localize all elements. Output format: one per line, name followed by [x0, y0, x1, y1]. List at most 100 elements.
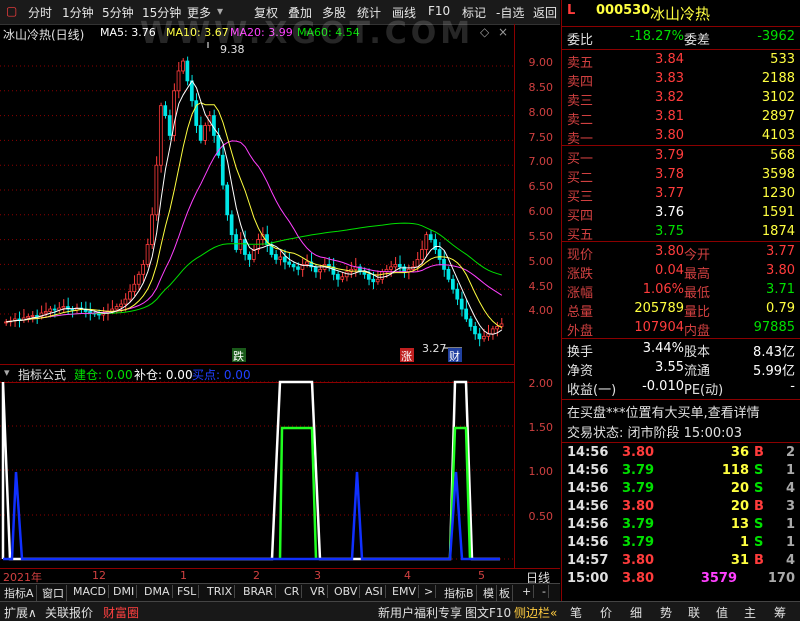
tab-obv[interactable]: OBV [332, 585, 361, 598]
settings-icon[interactable]: ◇ [480, 25, 489, 39]
minimize-icon[interactable]: ▢ [6, 4, 17, 18]
weicha-label: 委差 [684, 33, 711, 48]
tab-cr[interactable]: CR [282, 585, 303, 598]
ask-row: 卖五 3.84 533 [562, 52, 800, 71]
tab-indicator-a[interactable]: 指标A [2, 585, 37, 601]
fund-value: 8.43亿 [753, 345, 795, 360]
tab-template-1[interactable]: 模 [481, 585, 497, 601]
bid-volume: 1874 [761, 224, 795, 239]
chevron-right-icon[interactable]: > [422, 585, 437, 598]
tab-zhi[interactable]: 值 [716, 604, 728, 621]
tab-macd[interactable]: MACD [71, 585, 109, 598]
tab-lian[interactable]: 联 [688, 604, 700, 621]
stock-code: 000530 [596, 3, 651, 18]
indicator-chart[interactable] [0, 364, 514, 568]
ind-tick: 2.00 [528, 377, 554, 390]
tick-row: 14:56 3.79 20 S 4 [562, 481, 800, 499]
candle-up [278, 256, 283, 260]
time-tick: 1 [180, 569, 187, 582]
tick-price: 3.80 [622, 499, 655, 514]
stat-label: 今开 [684, 248, 711, 263]
tick-row: 14:56 3.79 1 S 1 [562, 535, 800, 553]
tab-5min[interactable]: 5分钟 [102, 4, 134, 21]
candle-up [380, 271, 384, 280]
tick-volume: 13 [730, 517, 749, 532]
candle-down [477, 333, 482, 340]
tab-bi[interactable]: 笔 [570, 604, 582, 621]
back-button[interactable]: 返回 [533, 4, 557, 21]
price-tick: 6.50 [528, 180, 554, 193]
stat-row: 总量 205789 量比 0.79 [562, 301, 800, 320]
tab-emv[interactable]: EMV [390, 585, 419, 598]
sidebar-toggle-button[interactable]: 侧边栏« [514, 604, 557, 621]
stock-name: 冰山冷热 [650, 5, 711, 23]
zoom-out-button[interactable]: - [540, 585, 549, 598]
close-icon[interactable]: × [498, 25, 508, 39]
trade-status: 交易状态: 闭市阶段 15:00:03 [562, 422, 800, 441]
tab-template-2[interactable]: 板 [497, 585, 513, 601]
tab-brar[interactable]: BRAR [241, 585, 276, 598]
tab-shi[interactable]: 势 [660, 604, 672, 621]
candle-down [451, 278, 455, 290]
ask-price: 3.80 [655, 128, 684, 143]
candle-down [185, 60, 190, 82]
candle-down [234, 234, 238, 250]
wealth-circle-button[interactable]: 财富圈 [103, 604, 139, 621]
tick-count: 2 [785, 445, 795, 460]
ind-tick: 0.50 [528, 510, 554, 523]
status-text: 交易状态: 闭市阶段 15:00:03 [567, 426, 743, 441]
stat-value: 107904 [634, 320, 684, 335]
fund-label: 流通 [684, 364, 711, 379]
tab-indicator-b[interactable]: 指标B [442, 585, 477, 601]
candle-down [274, 254, 278, 260]
big-order-notice[interactable]: 在买盘***位置有大买单,查看详情 [562, 402, 800, 421]
tab-chou[interactable]: 筹 [774, 604, 786, 621]
tab-asi[interactable]: ASI [363, 585, 386, 598]
tick-direction: B [754, 553, 764, 568]
indicator-tabs: 指标A 窗口 MACD DMI DMA FSL TRIX BRAR CR VR … [0, 583, 560, 601]
candle-up [176, 70, 181, 92]
zoom-in-button[interactable]: + [520, 585, 535, 598]
kline-chart[interactable]: 9.38 3.27 跌 涨 财 [0, 42, 514, 362]
chart-title: 冰山冷热(日线) [3, 28, 85, 42]
new-user-link[interactable]: 新用户福利专享 [378, 604, 462, 621]
ask-price: 3.84 [655, 52, 684, 67]
notice-text[interactable]: 在买盘***位置有大买单,查看详情 [567, 402, 760, 421]
tab-trix[interactable]: TRIX [205, 585, 236, 598]
candle-down [313, 266, 318, 273]
fund-row: 收益(一) -0.010 PE(动) - [562, 379, 800, 398]
tick-time: 14:56 [567, 499, 609, 514]
candle-down [97, 313, 101, 316]
tab-vr[interactable]: VR [308, 585, 329, 598]
f10-graphic-button[interactable]: 图文F10 [465, 604, 511, 621]
tab-window[interactable]: 窗口 [40, 585, 67, 601]
ask-label: 卖三 [567, 94, 594, 109]
tick-count: 170 [767, 571, 795, 586]
candle-up [123, 298, 128, 305]
candle-down [17, 318, 22, 321]
tab-jia[interactable]: 价 [600, 604, 612, 621]
tab-zhu[interactable]: 主 [744, 604, 756, 621]
fund-value: 5.99亿 [753, 364, 795, 379]
tab-dma[interactable]: DMA [142, 585, 173, 598]
price-tick: 4.00 [528, 304, 554, 317]
remove-watchlist-button[interactable]: -自选 [496, 4, 524, 21]
tick-volume: 118 [721, 463, 749, 478]
event-marker-label: 涨 [401, 350, 412, 362]
related-quote-button[interactable]: 关联报价 [45, 604, 93, 621]
tick-direction: B [754, 499, 764, 514]
tick-volume: 36 [730, 445, 749, 460]
candle-up [26, 316, 30, 319]
stat-label: 现价 [567, 248, 594, 263]
tab-1min[interactable]: 1分钟 [62, 4, 94, 21]
tab-xi[interactable]: 细 [630, 604, 642, 621]
candle-up [304, 261, 309, 265]
candle-down [366, 273, 371, 280]
tab-fenshi[interactable]: 分时 [28, 4, 52, 21]
tab-fsl[interactable]: FSL [175, 585, 200, 598]
maidian-line [3, 471, 500, 561]
expand-button[interactable]: 扩展∧ [4, 604, 37, 621]
tab-dmi[interactable]: DMI [111, 585, 138, 598]
stat-label: 总量 [567, 305, 594, 320]
candle-up [495, 325, 499, 330]
